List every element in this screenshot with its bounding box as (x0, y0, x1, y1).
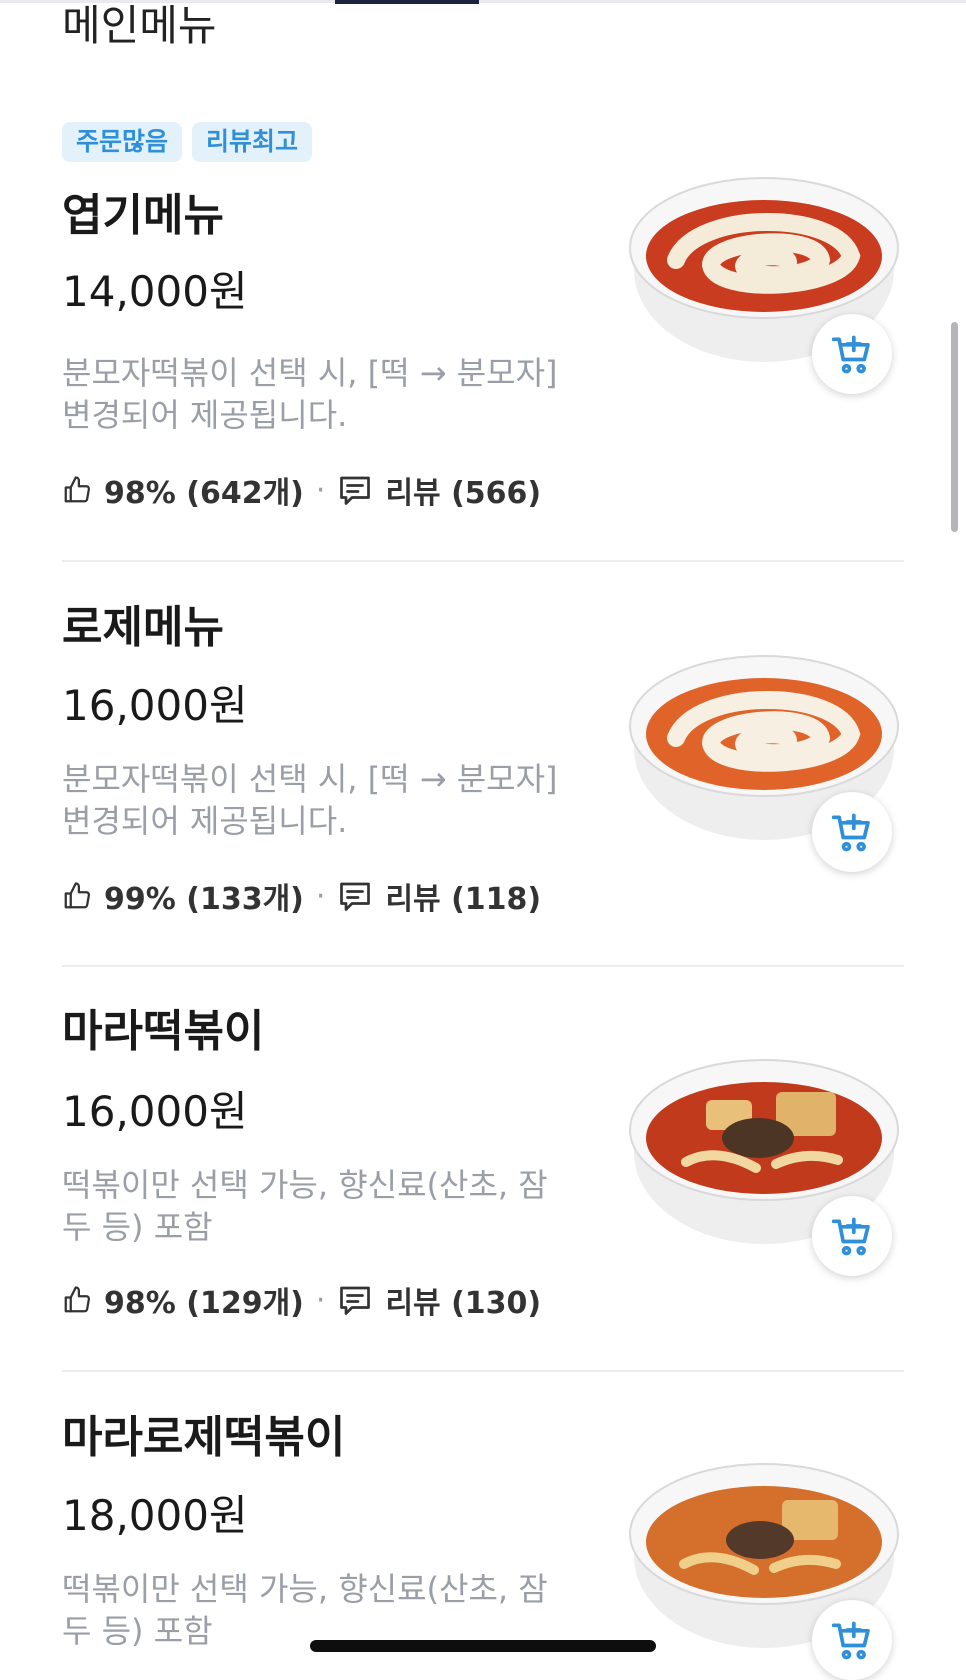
badge-group: 주문많음 리뷰최고 (62, 122, 313, 162)
menu-item-description: 분모자떡볶이 선택 시, [떡 → 분모자] 변경되어 제공됩니다. (62, 354, 558, 434)
menu-item-price: 18,000원 (62, 1491, 248, 1540)
add-to-cart-button[interactable] (812, 792, 892, 872)
review-count[interactable]: 리뷰 (118) (385, 874, 541, 918)
divider (62, 965, 904, 967)
badge-popular: 주문많음 (62, 122, 183, 162)
review-count[interactable]: 리뷰 (130) (385, 1278, 541, 1322)
speech-bubble-icon (337, 1282, 373, 1318)
badge-best-review: 리뷰최고 (192, 122, 313, 162)
menu-item-description: 떡볶이만 선택 가능, 향신료(산초, 잠두 등) 포함 (62, 1166, 548, 1246)
section-title: 메인메뉴 (62, 1, 217, 50)
speech-bubble-icon (337, 878, 373, 914)
like-rate: 98% (129개) (104, 1286, 304, 1321)
thumbs-up-icon (62, 1285, 92, 1315)
add-to-cart-button[interactable] (812, 1196, 892, 1276)
vertical-scrollbar[interactable] (951, 322, 958, 532)
divider (62, 1370, 904, 1372)
thumbs-up-icon (62, 881, 92, 911)
menu-item-stats: 98% (129개) · 리뷰 (130) (62, 1278, 541, 1322)
menu-item-name: 로제메뉴 (62, 602, 224, 653)
home-indicator[interactable] (310, 1640, 656, 1652)
menu-item-name: 엽기메뉴 (62, 190, 224, 241)
thumbs-up-icon (62, 475, 92, 505)
menu-item-price: 16,000원 (62, 681, 248, 730)
like-rate: 99% (133개) (104, 882, 304, 917)
active-tab-indicator (335, 0, 479, 4)
menu-item-description: 분모자떡볶이 선택 시, [떡 → 분모자] 변경되어 제공됩니다. (62, 760, 558, 840)
divider (62, 560, 904, 562)
like-rate: 98% (642개) (104, 476, 304, 511)
add-to-cart-icon (831, 813, 870, 852)
menu-item-stats: 99% (133개) · 리뷰 (118) (62, 874, 541, 918)
menu-item-price: 16,000원 (62, 1087, 248, 1136)
menu-item-name: 마라떡볶이 (62, 1006, 265, 1057)
add-to-cart-icon (831, 1621, 870, 1660)
speech-bubble-icon (337, 472, 373, 508)
add-to-cart-button[interactable] (812, 314, 892, 394)
separator-dot: · (315, 878, 326, 914)
review-count[interactable]: 리뷰 (566) (385, 468, 541, 512)
separator-dot: · (315, 1282, 326, 1318)
add-to-cart-button[interactable] (812, 1600, 892, 1680)
menu-item-price: 14,000원 (62, 267, 248, 316)
add-to-cart-icon (831, 335, 870, 374)
separator-dot: · (315, 472, 326, 508)
add-to-cart-icon (831, 1217, 870, 1256)
menu-item-stats: 98% (642개) · 리뷰 (566) (62, 468, 541, 512)
menu-item-name: 마라로제떡볶이 (62, 1412, 346, 1463)
